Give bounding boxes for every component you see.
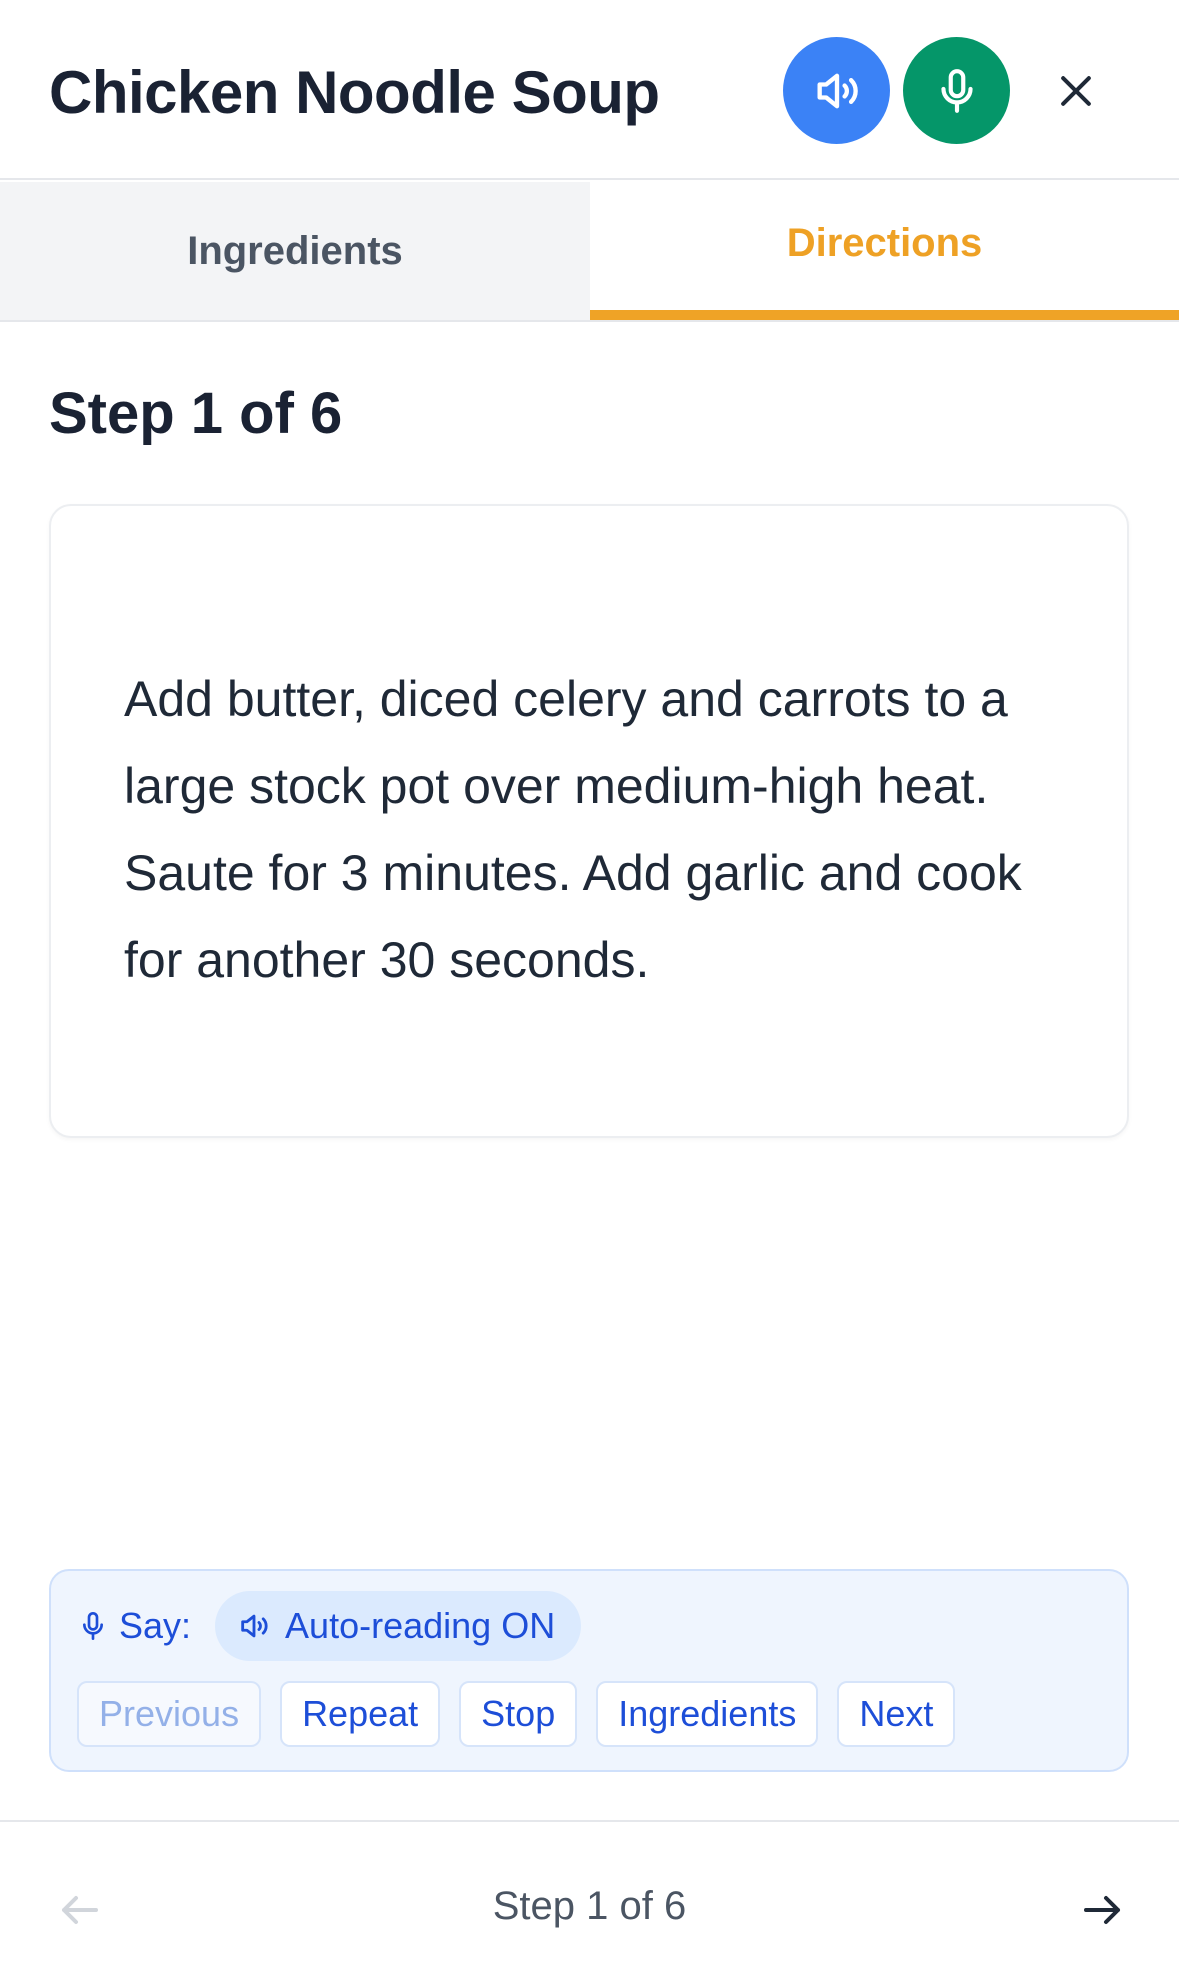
close-button[interactable] <box>1045 60 1107 122</box>
voice-control-button[interactable] <box>903 37 1010 144</box>
voice-commands-panel: Say: Auto-reading ON Previous Repeat Sto… <box>49 1569 1129 1772</box>
close-icon <box>1061 76 1091 106</box>
command-previous: Previous <box>77 1681 262 1747</box>
speaker-icon <box>817 73 858 108</box>
command-list: Previous Repeat Stop Ingredients Next <box>77 1681 956 1747</box>
arrow-right-icon <box>1084 1896 1120 1924</box>
auto-reading-label: Auto-reading ON <box>285 1605 556 1646</box>
command-repeat[interactable]: Repeat <box>280 1681 441 1747</box>
step-navigation: Step 1 of 6 <box>0 1820 1179 1980</box>
microphone-icon <box>940 68 973 113</box>
tab-ingredients[interactable]: Ingredients <box>0 182 590 320</box>
step-card: Add butter, diced celery and carrots to … <box>49 504 1129 1138</box>
read-aloud-button[interactable] <box>783 37 890 144</box>
tab-directions[interactable]: Directions <box>590 182 1179 320</box>
next-step-button[interactable] <box>1072 1880 1132 1940</box>
step-counter: Step 1 of 6 <box>492 1884 687 1928</box>
tab-bar: Ingredients Directions <box>0 182 1179 322</box>
command-ingredients[interactable]: Ingredients <box>596 1681 819 1747</box>
step-instruction: Add butter, diced celery and carrots to … <box>124 671 1022 988</box>
say-label: Say: <box>119 1605 192 1646</box>
speaker-icon <box>241 1614 268 1638</box>
auto-reading-badge: Auto-reading ON <box>215 1591 582 1661</box>
command-stop[interactable]: Stop <box>459 1681 578 1747</box>
header: Chicken Noodle Soup <box>0 0 1179 180</box>
step-heading: Step 1 of 6 <box>49 381 343 446</box>
say-row: Say: Auto-reading ON <box>77 1591 582 1661</box>
microphone-icon <box>83 1612 103 1640</box>
command-next[interactable]: Next <box>837 1681 956 1747</box>
recipe-cooking-mode: Chicken Noodle Soup Ingredients Directio… <box>0 0 1179 1980</box>
recipe-title: Chicken Noodle Soup <box>49 59 660 126</box>
